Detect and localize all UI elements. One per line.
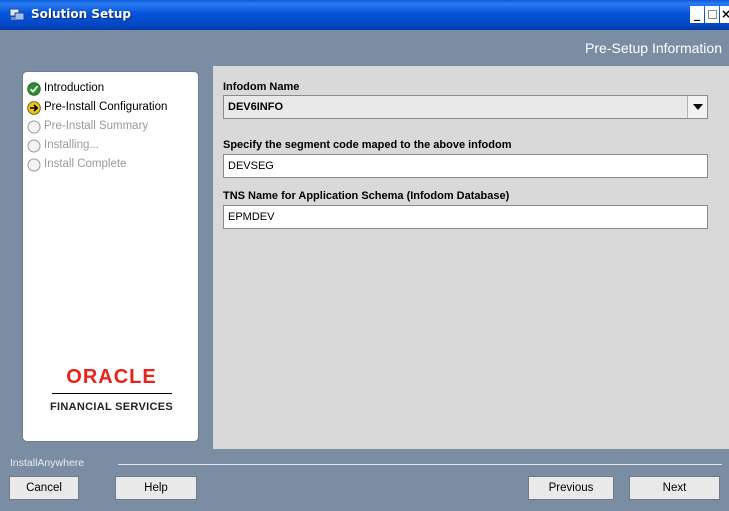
previous-button[interactable]: Previous [528, 476, 614, 500]
circle-icon [27, 120, 41, 134]
step-header: Pre-Setup Information [0, 30, 729, 65]
page-title: Pre-Setup Information [585, 40, 722, 56]
tns-name-label: TNS Name for Application Schema (Infodom… [223, 190, 510, 202]
brand-name: ORACLE [66, 366, 157, 388]
next-button[interactable]: Next [629, 476, 720, 500]
button-bar: InstallAnywhere Cancel Help Previous Nex… [0, 449, 729, 511]
step-label: Installing... [44, 139, 99, 151]
minimize-icon: _ [694, 7, 700, 21]
infodom-label: Infodom Name [223, 81, 300, 93]
step-label: Pre-Install Configuration [44, 101, 168, 113]
segment-code-input[interactable]: DEVSEG [223, 154, 708, 178]
title-bar[interactable]: Solution Setup _ × [0, 0, 729, 30]
maximize-button[interactable] [705, 6, 719, 23]
cancel-button[interactable]: Cancel [9, 476, 79, 500]
pre-setup-form: Infodom Name DEV6INFO Specify the segmen… [213, 66, 729, 449]
window-title: Solution Setup [31, 7, 132, 21]
step-label: Introduction [44, 82, 105, 94]
close-icon: × [721, 7, 729, 21]
minimize-button[interactable]: _ [690, 6, 704, 23]
infodom-selected-value: DEV6INFO [228, 101, 284, 113]
check-icon [27, 82, 41, 96]
brand-tagline: FINANCIAL SERVICES [50, 401, 173, 413]
chevron-down-icon [693, 104, 703, 110]
circle-icon [27, 158, 41, 172]
arrow-right-icon [27, 101, 41, 115]
dropdown-button[interactable] [687, 96, 707, 118]
step-label: Install Complete [44, 158, 127, 170]
infodom-select[interactable]: DEV6INFO [223, 95, 708, 119]
installer-app-icon [9, 7, 25, 22]
installer-brand-label: InstallAnywhere [10, 457, 85, 469]
circle-icon [27, 139, 41, 153]
installer-body: Introduction Pre-Install Configuration P… [0, 65, 729, 449]
footer-divider [118, 464, 722, 465]
step-label: Pre-Install Summary [44, 120, 149, 132]
maximize-icon [707, 10, 717, 19]
tns-name-input[interactable]: EPMDEV [223, 205, 708, 229]
close-button[interactable]: × [720, 6, 729, 23]
oracle-logo: ORACLE FINANCIAL SERVICES [23, 366, 200, 413]
solution-setup-window: Solution Setup _ × Pre-Setup Information… [0, 0, 729, 511]
brand-divider [51, 393, 172, 394]
steps-sidebar: Introduction Pre-Install Configuration P… [22, 71, 199, 442]
help-button[interactable]: Help [115, 476, 197, 500]
segment-code-label: Specify the segment code maped to the ab… [223, 139, 512, 151]
